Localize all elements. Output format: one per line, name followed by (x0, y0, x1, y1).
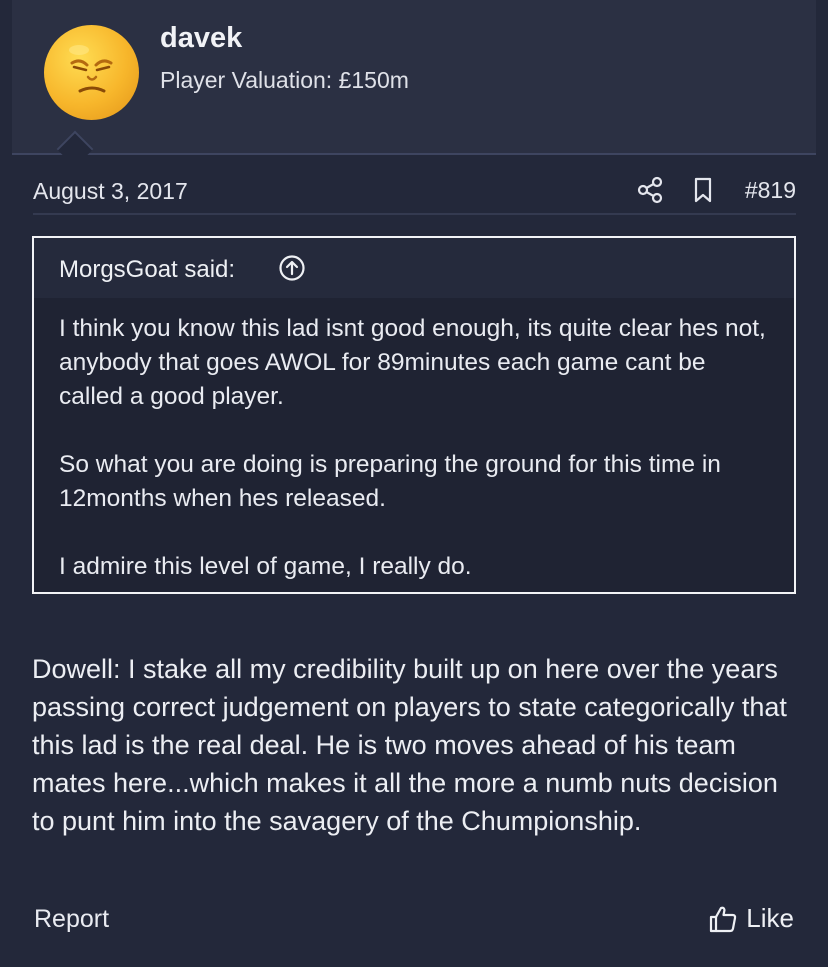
quote-paragraph: I think you know this lad isnt good enou… (59, 315, 766, 410)
quote-author[interactable]: MorgsGoat said: (59, 256, 235, 284)
like-label: Like (746, 903, 794, 933)
share-icon[interactable] (637, 176, 663, 204)
meta-divider (33, 213, 796, 215)
orange-emoji-avatar-icon (69, 45, 113, 93)
quote-header: MorgsGoat said: (34, 238, 794, 298)
username[interactable]: davek (160, 22, 242, 55)
avatar[interactable] (44, 25, 139, 120)
post-date[interactable]: August 3, 2017 (33, 178, 188, 205)
thumbs-up-icon (708, 904, 738, 934)
quote-content: I think you know this lad isnt good enou… (59, 312, 774, 584)
arrow-up-circle-icon[interactable] (278, 254, 306, 282)
report-link[interactable]: Report (34, 905, 109, 934)
user-title: Player Valuation: £150m (160, 67, 409, 93)
quote-block: MorgsGoat said: I think you know this la… (32, 236, 796, 594)
message-body: Dowell: I stake all my credibility built… (32, 654, 787, 836)
post-actions: #819 (637, 172, 796, 208)
like-button[interactable]: Like (708, 903, 794, 934)
quote-paragraph: So what you are doing is preparing the g… (59, 451, 721, 512)
post-number[interactable]: #819 (745, 177, 796, 204)
user-header: davek Player Valuation: £150m (12, 0, 816, 155)
quote-paragraph: I admire this level of game, I really do… (59, 553, 472, 580)
bookmark-icon[interactable] (693, 177, 713, 203)
